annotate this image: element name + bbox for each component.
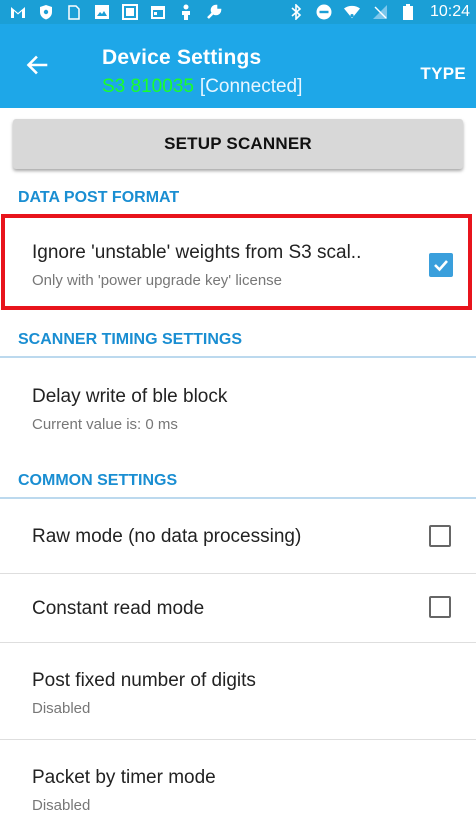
- pref-packet-timer[interactable]: Packet by timer mode Disabled: [0, 740, 476, 840]
- system-icons: 10:24: [288, 3, 470, 21]
- pref-summary: Only with 'power upgrade key' license: [32, 272, 283, 289]
- photo-icon: [122, 4, 138, 20]
- section-common: COMMON SETTINGS: [18, 472, 178, 489]
- connection-state: [Connected]: [199, 76, 303, 97]
- section-scanner-timing: SCANNER TIMING SETTINGS: [18, 331, 243, 348]
- pref-summary: Disabled: [32, 797, 91, 814]
- wifi-icon: [343, 4, 360, 20]
- pref-title: Raw mode (no data processing): [32, 526, 302, 547]
- type-button[interactable]: TYPE: [420, 64, 466, 84]
- pref-fixed-digits[interactable]: Post fixed number of digits Disabled: [0, 643, 476, 739]
- pref-title: Post fixed number of digits: [32, 670, 256, 691]
- pref-title: Constant read mode: [32, 598, 205, 619]
- pref-ignore-unstable[interactable]: Ignore 'unstable' weights from S3 scal..…: [0, 214, 476, 310]
- pref-delay-write[interactable]: Delay write of ble block Current value i…: [0, 358, 476, 452]
- ignore-unstable-checkbox[interactable]: [429, 253, 453, 277]
- gmail-icon: [10, 4, 26, 20]
- status-bar: 10:24: [0, 0, 476, 24]
- sim-icon: [66, 4, 82, 20]
- notification-icons: [10, 4, 222, 20]
- pref-constant-read[interactable]: Constant read mode: [0, 574, 476, 642]
- person-icon: [178, 4, 194, 20]
- clock: 10:24: [429, 3, 470, 20]
- battery-icon: [400, 4, 416, 20]
- pref-title: Delay write of ble block: [32, 386, 228, 407]
- setup-scanner-button[interactable]: SETUP SCANNER: [13, 119, 463, 169]
- calendar-icon: [150, 4, 166, 20]
- pref-raw-mode[interactable]: Raw mode (no data processing): [0, 499, 476, 573]
- pref-title: Packet by timer mode: [32, 767, 216, 788]
- page-title: Device Settings: [102, 46, 262, 69]
- bluetooth-icon: [288, 4, 304, 20]
- constant-read-checkbox[interactable]: [429, 596, 451, 618]
- arrow-back-icon: [26, 55, 48, 75]
- section-data-post-format: DATA POST FORMAT: [18, 189, 180, 206]
- pref-summary: Disabled: [32, 700, 91, 717]
- app-bar: Device Settings S3 810035 [Connected] TYP…: [0, 24, 476, 108]
- do-not-disturb-icon: [316, 4, 332, 20]
- device-name: S3 810035: [102, 76, 194, 97]
- image-icon: [94, 4, 110, 20]
- wrench-icon: [206, 4, 222, 20]
- back-button[interactable]: [22, 50, 52, 80]
- no-signal-icon: [372, 4, 388, 20]
- shield-icon: [38, 4, 54, 20]
- raw-mode-checkbox[interactable]: [429, 525, 451, 547]
- connection-subtitle: S3 810035 [Connected]: [102, 76, 302, 98]
- pref-title: Ignore 'unstable' weights from S3 scal..: [32, 242, 362, 263]
- pref-summary: Current value is: 0 ms: [32, 416, 178, 433]
- check-icon: [434, 260, 448, 272]
